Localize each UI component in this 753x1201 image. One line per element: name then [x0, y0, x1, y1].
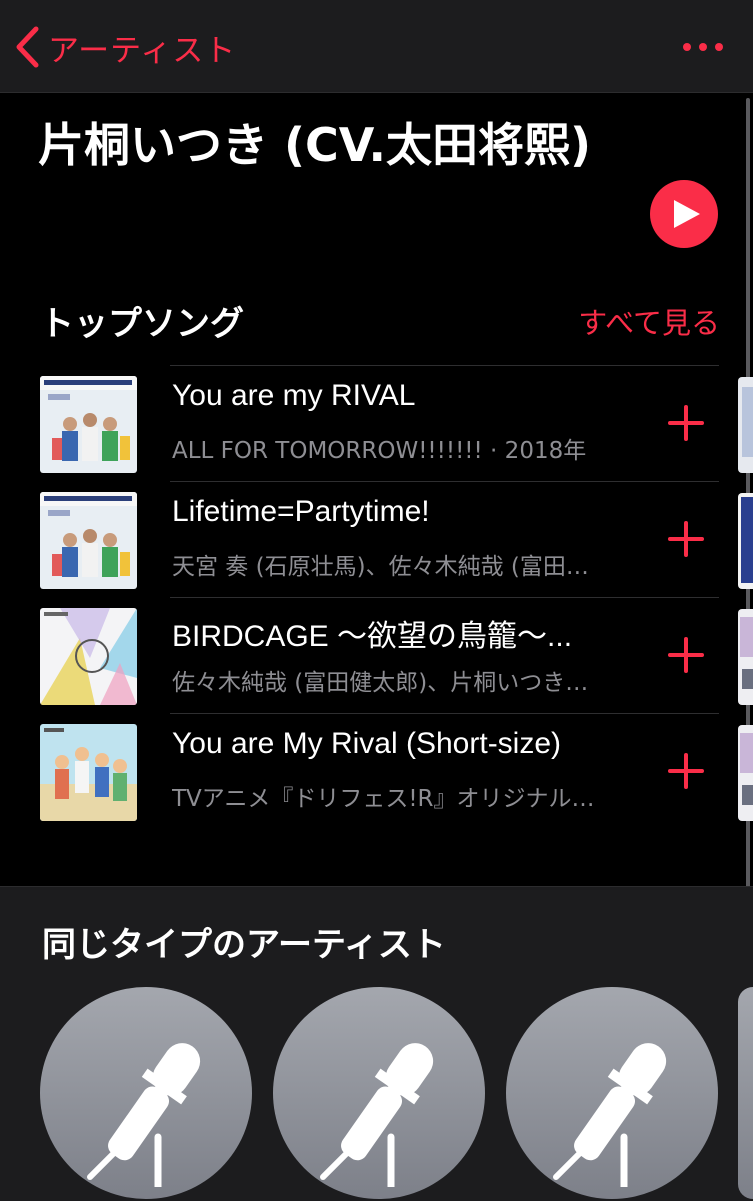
- album-art: [40, 608, 137, 705]
- similar-artists-heading: 同じタイプのアーティスト: [42, 925, 446, 965]
- add-icon[interactable]: [668, 637, 704, 673]
- more-options-icon[interactable]: [683, 38, 723, 56]
- similar-artist-avatar[interactable]: [273, 987, 485, 1199]
- chevron-left-icon: [16, 26, 39, 68]
- album-art: [40, 376, 137, 473]
- add-icon[interactable]: [668, 753, 704, 789]
- microphone-icon: [87, 1043, 201, 1187]
- divider: [170, 713, 719, 714]
- similar-artist-avatar-peek[interactable]: [738, 987, 753, 1199]
- similar-artist-avatar[interactable]: [40, 987, 252, 1199]
- top-songs-header: トップソング すべて見る: [40, 296, 720, 344]
- next-column-peek: [738, 725, 753, 821]
- dot: [715, 43, 723, 51]
- song-title: You are my RIVAL: [172, 379, 416, 412]
- next-column-peek: [738, 377, 753, 473]
- song-row[interactable]: Lifetime=Partytime! 天宮 奏 (石原壮馬)、佐々木純哉 (富…: [0, 481, 753, 597]
- album-art: [40, 492, 137, 589]
- dot: [699, 43, 707, 51]
- top-songs-heading: トップソング: [40, 304, 244, 344]
- see-all-link[interactable]: すべて見る: [578, 300, 720, 342]
- song-row[interactable]: You are my RIVAL ALL FOR TOMORROW!!!!!!!…: [0, 365, 753, 481]
- song-subtitle: ALL FOR TOMORROW!!!!!!! · 2018年: [172, 438, 587, 464]
- back-button[interactable]: アーティスト: [14, 24, 236, 70]
- song-title: Lifetime=Partytime!: [172, 495, 430, 528]
- divider: [170, 481, 719, 482]
- next-column-peek: [738, 493, 753, 589]
- next-column-peek: [738, 609, 753, 705]
- navigation-bar: アーティスト: [0, 0, 753, 93]
- song-row[interactable]: You are My Rival (Short-size) TVアニメ『ドリフェ…: [0, 713, 753, 829]
- song-subtitle: TVアニメ『ドリフェス!R』オリジナル…: [172, 786, 595, 812]
- song-title: You are My Rival (Short-size): [172, 727, 562, 760]
- song-row[interactable]: BIRDCAGE 〜欲望の鳥籠〜... 佐々木純哉 (富田健太郎)、片桐いつき…: [0, 597, 753, 713]
- top-songs-list: You are my RIVAL ALL FOR TOMORROW!!!!!!!…: [0, 365, 753, 829]
- similar-artist-avatar[interactable]: [506, 987, 718, 1199]
- song-subtitle: 佐々木純哉 (富田健太郎)、片桐いつき…: [172, 670, 589, 696]
- song-subtitle: 天宮 奏 (石原壮馬)、佐々木純哉 (富田…: [172, 554, 589, 580]
- add-icon[interactable]: [668, 521, 704, 557]
- play-icon: [674, 200, 700, 228]
- back-label: アーティスト: [48, 32, 237, 69]
- artist-name: 片桐いつき (CV.太田将熙): [38, 118, 591, 172]
- song-title: BIRDCAGE 〜欲望の鳥籠〜...: [172, 620, 573, 653]
- divider: [170, 597, 719, 598]
- album-art: [40, 724, 137, 821]
- play-button[interactable]: [650, 180, 718, 248]
- divider: [170, 365, 719, 366]
- dot: [683, 43, 691, 51]
- add-icon[interactable]: [668, 405, 704, 441]
- microphone-icon: [553, 1043, 667, 1187]
- similar-artists-section: 同じタイプのアーティスト: [0, 886, 753, 1201]
- microphone-icon: [320, 1043, 434, 1187]
